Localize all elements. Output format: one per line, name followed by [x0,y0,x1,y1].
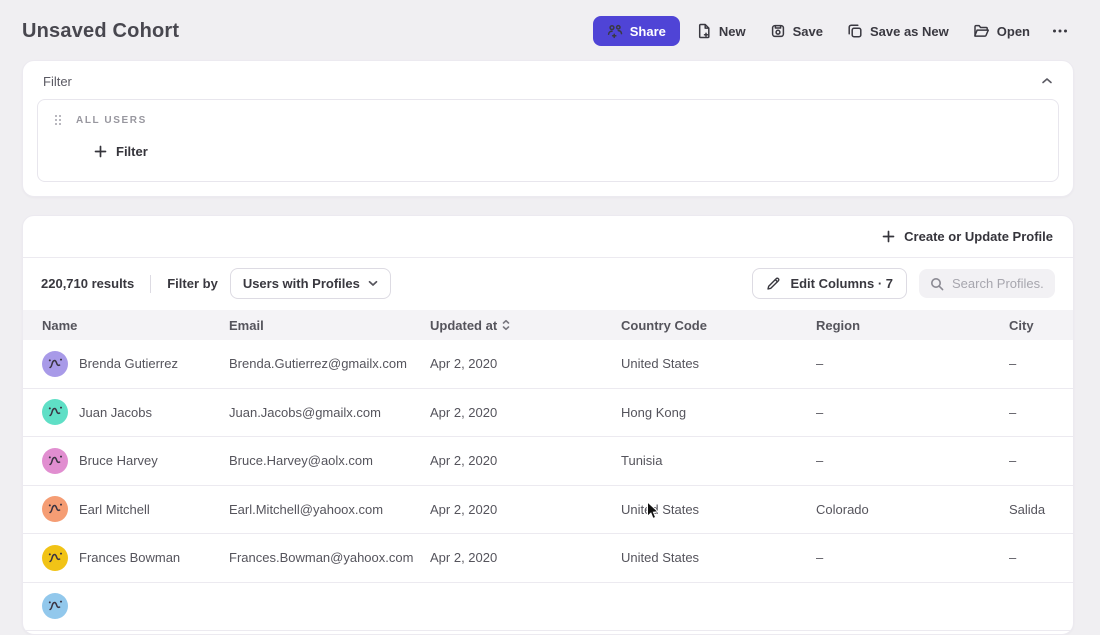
profile-name: Earl Mitchell [79,502,150,517]
edit-columns-label: Edit Columns · 7 [790,276,893,291]
ellipsis-icon [1051,23,1069,39]
column-header-region[interactable]: Region [816,318,1009,333]
page-header: Unsaved Cohort Share New [0,0,1100,60]
column-header-name[interactable]: Name [42,318,229,333]
divider [150,275,151,293]
profile-name: Bruce Harvey [79,453,158,468]
share-users-icon [607,23,623,39]
collapse-filter-button[interactable] [1037,73,1057,89]
profile-email: Bruce.Harvey@aolx.com [229,453,430,468]
profile-country-code: United States [621,502,816,517]
filter-panel-label: Filter [43,74,72,89]
profiles-filter-dropdown[interactable]: Users with Profiles [230,268,391,299]
share-button[interactable]: Share [593,16,680,46]
profile-region: Colorado [816,502,1009,517]
add-filter-label: Filter [116,144,148,159]
open-button-label: Open [997,24,1030,39]
edit-columns-button[interactable]: Edit Columns · 7 [752,268,907,299]
save-as-new-button-label: Save as New [870,24,949,39]
drag-handle-icon[interactable] [54,114,62,126]
profile-region: – [816,453,1009,468]
profiles-dropdown-value: Users with Profiles [243,276,360,291]
page-title: Unsaved Cohort [22,20,179,43]
profile-city: – [1009,405,1073,420]
profile-city: – [1009,550,1073,565]
profile-city: – [1009,356,1073,371]
add-filter-button[interactable]: Filter [94,144,148,159]
profile-email: Earl.Mitchell@yahoox.com [229,502,430,517]
column-header-country-code[interactable]: Country Code [621,318,816,333]
table-row[interactable] [23,583,1073,632]
avatar [42,351,68,377]
column-header-email[interactable]: Email [229,318,430,333]
more-options-button[interactable] [1046,16,1074,46]
new-document-icon [696,23,712,39]
profile-email: Juan.Jacobs@gmailx.com [229,405,430,420]
profile-updated-at: Apr 2, 2020 [430,550,621,565]
table-row[interactable]: Frances Bowman Frances.Bowman@yahoox.com… [23,534,1073,583]
folder-open-icon [973,23,990,39]
table-row[interactable]: Brenda Gutierrez Brenda.Gutierrez@gmailx… [23,340,1073,389]
avatar [42,593,68,619]
filter-group-all-users: ALL USERS Filter [37,99,1059,182]
all-users-label: ALL USERS [76,115,147,126]
create-or-update-profile-button[interactable]: Create or Update Profile [882,229,1053,244]
profile-region: – [816,405,1009,420]
filter-by-label: Filter by [167,276,218,291]
avatar [42,496,68,522]
profile-updated-at: Apr 2, 2020 [430,453,621,468]
profile-region: – [816,550,1009,565]
copy-icon [847,23,863,39]
profile-name: Frances Bowman [79,550,180,565]
table-row[interactable]: Bruce Harvey Bruce.Harvey@aolx.com Apr 2… [23,437,1073,486]
search-icon [930,277,944,291]
save-button-label: Save [793,24,823,39]
table-header: Name Email Updated at Country Code Regio… [23,310,1073,340]
profile-city: Salida [1009,502,1073,517]
avatar [42,545,68,571]
plus-icon [882,230,895,243]
new-button[interactable]: New [688,16,754,46]
chevron-up-icon [1041,77,1053,85]
new-button-label: New [719,24,746,39]
chevron-down-icon [368,280,378,287]
open-button[interactable]: Open [965,16,1038,46]
column-header-updated-at[interactable]: Updated at [430,318,621,333]
pencil-icon [766,276,781,291]
profiles-panel: Create or Update Profile 220,710 results… [22,215,1074,635]
search-profiles-box [919,269,1055,298]
profile-email: Frances.Bowman@yahoox.com [229,550,430,565]
profile-updated-at: Apr 2, 2020 [430,356,621,371]
profile-updated-at: Apr 2, 2020 [430,405,621,420]
results-toolbar: 220,710 results Filter by Users with Pro… [23,257,1073,310]
table-row[interactable]: Earl Mitchell Earl.Mitchell@yahoox.com A… [23,486,1073,535]
table-body: Brenda Gutierrez Brenda.Gutierrez@gmailx… [23,340,1073,631]
profile-name: Juan Jacobs [79,405,152,420]
results-count: 220,710 results [41,276,134,291]
table-row[interactable]: Juan Jacobs Juan.Jacobs@gmailx.com Apr 2… [23,389,1073,438]
profile-country-code: United States [621,356,816,371]
profile-name: Brenda Gutierrez [79,356,178,371]
profile-city: – [1009,453,1073,468]
sort-icon [502,319,510,331]
avatar [42,448,68,474]
profile-country-code: Tunisia [621,453,816,468]
save-icon [770,23,786,39]
profile-region: – [816,356,1009,371]
save-button[interactable]: Save [762,16,831,46]
avatar [42,399,68,425]
profile-email: Brenda.Gutierrez@gmailx.com [229,356,430,371]
profile-country-code: United States [621,550,816,565]
plus-icon [94,145,107,158]
save-as-new-button[interactable]: Save as New [839,16,957,46]
filter-panel: Filter ALL USERS Filter [22,60,1074,197]
share-button-label: Share [630,24,666,39]
create-or-update-profile-label: Create or Update Profile [904,229,1053,244]
profile-country-code: Hong Kong [621,405,816,420]
profile-updated-at: Apr 2, 2020 [430,502,621,517]
header-toolbar: Share New Save [593,16,1074,46]
search-profiles-input[interactable] [952,276,1044,291]
column-header-city[interactable]: City [1009,318,1073,333]
